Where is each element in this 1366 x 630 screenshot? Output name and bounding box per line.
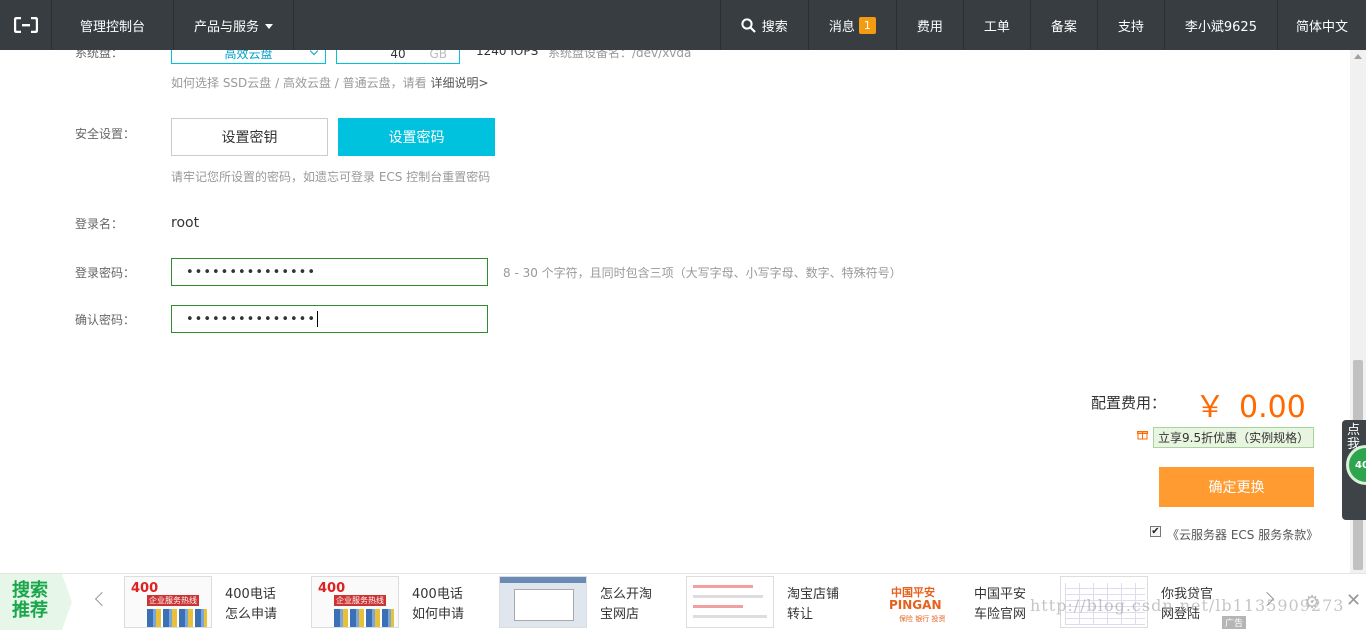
password-label: 登录密码： xyxy=(75,266,136,280)
promo-badge: 立享9.5折优惠（实例规格） xyxy=(1153,427,1315,448)
scroll-up-icon[interactable] xyxy=(1354,54,1362,59)
ad-thumbnail[interactable] xyxy=(499,576,587,628)
agreement-link[interactable]: 《云服务器 ECS 服务条款》 xyxy=(1167,526,1318,543)
nav-tickets[interactable]: 工单 xyxy=(964,0,1031,50)
confirm-password-input[interactable]: ••••••••••••••• xyxy=(171,305,488,333)
watermark: http://blog.csdn.net/lb1135909273 xyxy=(1030,596,1345,615)
fee-label: 配置费用： xyxy=(1091,394,1167,412)
ad-item[interactable]: 怎么开淘 宝网店 xyxy=(600,585,652,625)
nav-messages[interactable]: 消息 1 xyxy=(809,0,897,50)
search-icon xyxy=(741,17,756,33)
nav-support[interactable]: 支持 xyxy=(1098,0,1165,50)
security-label: 安全设置： xyxy=(75,127,136,141)
disk-iops: 1240 IOPS xyxy=(476,50,539,58)
ad-thumbnail[interactable]: 400 企业服务热线 xyxy=(311,576,399,628)
details-link[interactable]: 详细说明> xyxy=(430,76,488,90)
ad-item[interactable]: 中国平安 车险官网 xyxy=(974,585,1026,625)
ad-thumbnail[interactable] xyxy=(686,576,774,628)
text-cursor xyxy=(317,311,319,327)
nav-record[interactable]: 备案 xyxy=(1031,0,1098,50)
set-password-button[interactable]: 设置密码 xyxy=(338,118,495,156)
ad-thumbnail[interactable]: 400 企业服务热线 xyxy=(124,576,212,628)
nav-search[interactable]: 搜索 xyxy=(721,0,809,50)
ad-bar: 搜索 推荐 400 企业服务热线 400电话 怎么申请 400 企业服务热线 400电话… xyxy=(0,573,1366,630)
gift-icon xyxy=(1137,429,1148,443)
disk-hint: 如何选择 SSD云盘 / 高效云盘 / 普通云盘，请看 详细说明> xyxy=(171,76,489,90)
system-disk-label: 系统盘： xyxy=(75,50,124,60)
confirm-password-label: 确认密码： xyxy=(75,313,136,327)
main-content: 系统盘： 高效云盘 40 GB 1240 IOPS 系统盘设备名：/dev/xv… xyxy=(0,50,1350,573)
chevron-left-icon[interactable] xyxy=(94,591,110,607)
caret-down-icon xyxy=(265,23,274,29)
close-icon[interactable]: ✕ xyxy=(1346,590,1361,611)
ad-label: 广告 xyxy=(1222,616,1247,629)
logo-icon xyxy=(13,17,38,33)
top-navbar: 管理控制台 产品与服务 搜索 消息 1 费用 工单 备案 支持 李小斌9625 … xyxy=(0,0,1366,50)
login-name-label: 登录名： xyxy=(75,217,124,231)
nav-console[interactable]: 管理控制台 xyxy=(52,0,175,50)
disk-device-name: 系统盘设备名：/dev/xvda xyxy=(548,50,692,60)
ad-item[interactable]: 淘宝店铺 转让 xyxy=(787,585,839,625)
aliyun-logo[interactable] xyxy=(0,0,52,50)
security-hint: 请牢记您所设置的密码，如遗忘可登录 ECS 控制台重置密码 xyxy=(171,170,491,184)
login-name-value: root xyxy=(171,215,200,231)
password-rule-hint: 8 - 30 个字符，且同时包含三项（大写字母、小写字母、数字、特殊符号） xyxy=(503,266,902,280)
password-input[interactable]: ••••••••••••••• xyxy=(171,258,488,286)
nav-user[interactable]: 李小斌9625 xyxy=(1165,0,1278,50)
ad-item[interactable]: 400电话 如何申请 xyxy=(412,585,464,625)
ad-item[interactable]: 400电话 怎么申请 xyxy=(225,585,277,625)
nav-products-dropdown[interactable]: 产品与服务 xyxy=(174,0,295,50)
message-count-badge: 1 xyxy=(858,16,876,34)
chevron-down-icon xyxy=(309,50,319,56)
disk-type-select[interactable]: 高效云盘 xyxy=(171,50,326,64)
nav-billing[interactable]: 费用 xyxy=(897,0,964,50)
agreement-checkbox[interactable]: ✔ xyxy=(1150,526,1161,537)
gear-icon[interactable]: ⚙ xyxy=(1304,592,1320,613)
disk-size-input[interactable]: 40 GB xyxy=(336,50,460,64)
confirm-change-button[interactable]: 确定更换 xyxy=(1159,467,1314,507)
fee-amount: ￥ 0.00 xyxy=(1195,390,1306,425)
ad-thumbnail[interactable]: 中国平安 PINGAN 保险 银行 投资 xyxy=(873,576,961,628)
set-key-button[interactable]: 设置密钥 xyxy=(171,118,328,156)
nav-language[interactable]: 简体中文 xyxy=(1278,0,1366,50)
